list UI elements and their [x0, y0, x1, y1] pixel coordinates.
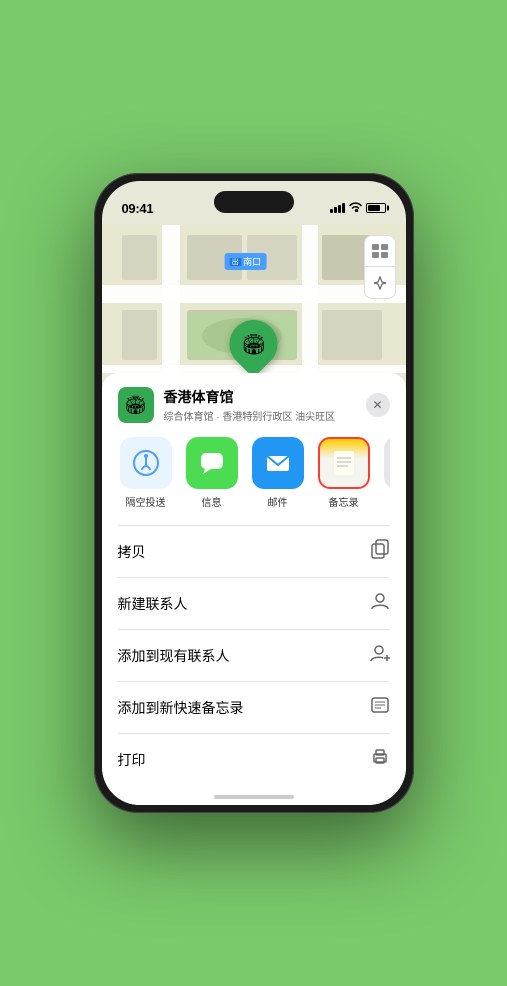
dynamic-island — [214, 191, 294, 213]
venue-header: 🏟 香港体育馆 综合体育馆 · 香港特别行政区 油尖旺区 ✕ — [118, 387, 390, 423]
action-print-label: 打印 — [118, 750, 146, 770]
copy-icon — [370, 539, 390, 564]
notes-label: 备忘录 — [329, 494, 359, 509]
action-new-contact[interactable]: 新建联系人 — [118, 578, 390, 630]
mail-label: 邮件 — [268, 494, 288, 509]
map-controls — [364, 235, 396, 299]
action-copy-label: 拷贝 — [118, 542, 146, 562]
status-icons — [330, 202, 386, 215]
share-row: 隔空投送 信息 — [118, 437, 390, 511]
venue-info: 香港体育馆 综合体育馆 · 香港特别行政区 油尖旺区 — [164, 387, 366, 423]
share-item-notes[interactable]: 备忘录 — [316, 437, 372, 509]
home-indicator — [118, 785, 390, 805]
quick-note-icon — [370, 695, 390, 720]
pin-icon: 🏟 — [241, 332, 266, 357]
action-quick-note-label: 添加到新快速备忘录 — [118, 698, 244, 718]
more-icon-wrap — [384, 437, 390, 489]
phone-frame: 09:41 — [94, 173, 414, 813]
notes-icon-wrap — [318, 437, 370, 489]
venue-icon: 🏟 — [118, 387, 154, 423]
airdrop-icon-wrap — [120, 437, 172, 489]
venue-subtitle: 综合体育馆 · 香港特别行政区 油尖旺区 — [164, 408, 366, 423]
signal-bar-4 — [342, 203, 345, 213]
location-button[interactable] — [364, 267, 396, 299]
signal-bars-icon — [330, 203, 345, 213]
battery-fill — [368, 205, 381, 211]
map-label-text: 南口 — [243, 255, 261, 268]
add-existing-icon — [370, 643, 390, 668]
message-label: 信息 — [202, 494, 222, 509]
action-list: 拷贝 新建联系人 — [118, 525, 390, 785]
share-item-more[interactable]: 推 — [382, 437, 390, 509]
map-station-label: 出 南口 — [224, 253, 266, 270]
map-label-icon: 出 — [229, 258, 241, 266]
map-area[interactable]: 出 南口 — [102, 225, 406, 373]
mail-icon-wrap — [252, 437, 304, 489]
airdrop-label: 隔空投送 — [126, 494, 166, 509]
battery-icon — [366, 203, 386, 213]
home-bar — [214, 795, 294, 799]
share-item-airdrop[interactable]: 隔空投送 — [118, 437, 174, 509]
action-new-contact-label: 新建联系人 — [118, 594, 188, 614]
location-pin: 🏟 香港体育馆 — [226, 320, 281, 373]
message-icon-wrap — [186, 437, 238, 489]
close-button[interactable]: ✕ — [366, 393, 390, 417]
action-print[interactable]: 打印 — [118, 734, 390, 785]
print-icon — [370, 747, 390, 772]
share-item-message[interactable]: 信息 — [184, 437, 240, 509]
new-contact-icon — [370, 591, 390, 616]
status-time: 09:41 — [122, 201, 154, 216]
action-add-existing-label: 添加到现有联系人 — [118, 646, 230, 666]
signal-bar-2 — [334, 207, 337, 213]
action-quick-note[interactable]: 添加到新快速备忘录 — [118, 682, 390, 734]
share-item-mail[interactable]: 邮件 — [250, 437, 306, 509]
pin-circle: 🏟 — [220, 310, 288, 373]
signal-bar-1 — [330, 209, 333, 213]
action-add-existing[interactable]: 添加到现有联系人 — [118, 630, 390, 682]
phone-screen: 09:41 — [102, 181, 406, 805]
action-copy[interactable]: 拷贝 — [118, 526, 390, 578]
signal-bar-3 — [338, 205, 341, 213]
venue-name: 香港体育馆 — [164, 387, 366, 407]
bottom-sheet: 🏟 香港体育馆 综合体育馆 · 香港特别行政区 油尖旺区 ✕ — [102, 373, 406, 805]
map-type-button[interactable] — [364, 235, 396, 267]
wifi-icon — [349, 202, 362, 215]
